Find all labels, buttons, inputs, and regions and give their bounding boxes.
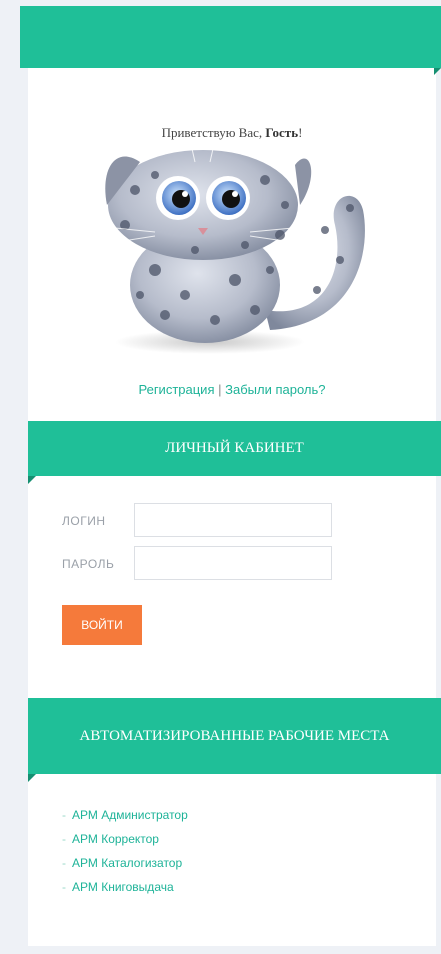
password-label: ПАРОЛЬ (62, 557, 115, 571)
greeting-suffix: ! (298, 125, 303, 140)
cabinet-header: ЛИЧНЫЙ КАБИНЕТ (28, 421, 441, 476)
arm-list: - АРМ Администратор - АРМ Корректор - АРМ К… (62, 808, 188, 904)
top-header-bar (20, 6, 441, 68)
greeting-text: Приветствую Вас, Гость! (28, 125, 436, 141)
ribbon-fold (434, 68, 441, 75)
greeting-prefix: Приветствую Вас, (161, 125, 263, 140)
cabinet-title: ЛИЧНЫЙ КАБИНЕТ (165, 440, 304, 456)
arm-item-cataloger[interactable]: - АРМ Каталогизатор (62, 856, 188, 880)
snow-leopard-avatar-image (105, 139, 365, 354)
arm-item-circulation[interactable]: - АРМ Книговыдача (62, 880, 188, 904)
login-input[interactable] (134, 503, 332, 537)
auth-links-separator: | (218, 382, 222, 397)
password-input[interactable] (134, 546, 332, 580)
register-link[interactable]: Регистрация (138, 382, 214, 397)
auth-links: Регистрация | Забыли пароль? (28, 382, 436, 397)
sidebar-panel (28, 6, 436, 946)
arm-item-corrector[interactable]: - АРМ Корректор (62, 832, 188, 856)
cabinet-ribbon-fold (28, 476, 36, 484)
greeting-user: Гость (265, 125, 299, 140)
list-bullet: - (62, 856, 66, 870)
arm-ribbon-fold (28, 774, 36, 782)
forgot-password-link[interactable]: Забыли пароль? (225, 382, 325, 397)
arm-item-label: АРМ Книговыдача (72, 880, 174, 894)
arm-item-label: АРМ Администратор (72, 808, 188, 822)
arm-item-label: АРМ Каталогизатор (72, 856, 183, 870)
login-label: ЛОГИН (62, 514, 106, 528)
login-button[interactable]: ВОЙТИ (62, 605, 142, 645)
arm-title: АВТОМАТИЗИРОВАННЫЕ РАБОЧИЕ МЕСТА (79, 728, 390, 744)
list-bullet: - (62, 880, 66, 894)
list-bullet: - (62, 832, 66, 846)
avatar (95, 139, 395, 355)
arm-item-administrator[interactable]: - АРМ Администратор (62, 808, 188, 832)
arm-header: АВТОМАТИЗИРОВАННЫЕ РАБОЧИЕ МЕСТА (28, 698, 441, 774)
login-button-label: ВОЙТИ (81, 618, 123, 632)
arm-item-label: АРМ Корректор (72, 832, 159, 846)
list-bullet: - (62, 808, 66, 822)
